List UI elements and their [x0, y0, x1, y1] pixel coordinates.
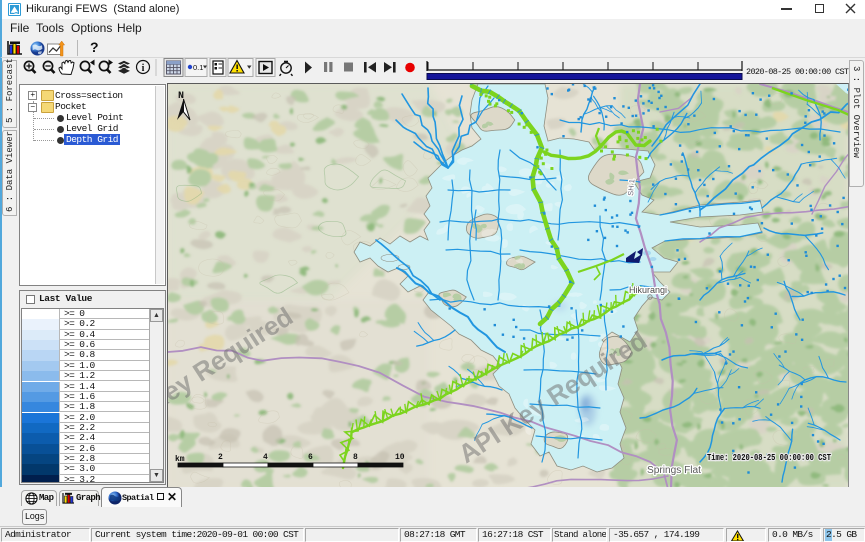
- svg-text:i: i: [142, 63, 145, 74]
- svg-text:Hikurangi: Hikurangi: [629, 285, 667, 295]
- svg-text:8: 8: [353, 453, 358, 462]
- svg-text:4: 4: [263, 453, 268, 462]
- svg-text:10: 10: [395, 453, 405, 462]
- svg-text:6: 6: [308, 453, 313, 462]
- svg-text:2: 2: [218, 453, 223, 462]
- svg-text:0.1: 0.1: [193, 63, 203, 72]
- svg-text:Springs Flat: Springs Flat: [647, 465, 701, 476]
- svg-text:Time: 2020-08-25 00:00:00 CST: Time: 2020-08-25 00:00:00 CST: [707, 453, 831, 463]
- svg-text:SH 1: SH 1: [626, 179, 636, 196]
